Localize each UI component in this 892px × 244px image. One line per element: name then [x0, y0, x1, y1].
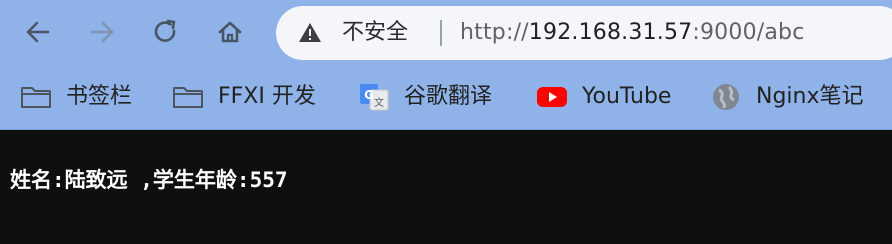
back-button[interactable] [20, 14, 56, 50]
url-text[interactable]: http://192.168.31.57:9000/abc [460, 18, 805, 48]
folder-icon [20, 84, 52, 110]
bookmark-label: 书签栏 [66, 84, 133, 109]
bookmark-label: 谷歌翻译 [404, 84, 493, 109]
arrow-left-icon [24, 18, 52, 46]
warning-triangle-icon[interactable] [298, 21, 322, 45]
svg-text:文: 文 [374, 96, 384, 109]
bookmark-google-translate[interactable]: G 文 谷歌翻译 [358, 78, 492, 116]
security-status-label[interactable]: 不安全 [342, 18, 408, 48]
bookmark-label: YouTube [582, 84, 672, 109]
google-translate-icon: G 文 [358, 84, 390, 111]
url-scheme: http:// [460, 20, 529, 45]
reload-icon [152, 18, 180, 46]
omnibox-divider [440, 20, 442, 46]
bookmark-nginx-notes[interactable]: Nginx笔记 [710, 78, 864, 116]
bookmark-label: Nginx笔记 [756, 84, 864, 109]
bookmark-label: FFXI 开发 [218, 84, 316, 109]
forward-button[interactable] [84, 14, 120, 50]
arrow-right-icon [88, 18, 116, 46]
browser-toolbar: 不安全 http://192.168.31.57:9000/abc [0, 0, 892, 66]
url-host: 192.168.31.57 [528, 20, 693, 45]
svg-text:G: G [364, 88, 374, 102]
browser-chrome: 不安全 http://192.168.31.57:9000/abc 书签栏 FF… [0, 0, 892, 130]
page-content: 姓名:陆致远 ,学生年龄:557 [0, 130, 892, 244]
bookmark-folder-ffxi[interactable]: FFXI 开发 [172, 78, 316, 116]
bookmark-youtube[interactable]: YouTube [536, 78, 671, 116]
address-bar[interactable]: 不安全 http://192.168.31.57:9000/abc [276, 6, 892, 60]
youtube-icon [536, 84, 568, 110]
home-button[interactable] [212, 14, 248, 50]
folder-icon [172, 84, 204, 110]
home-icon [216, 18, 244, 46]
bookmark-folder-bookmarks-bar[interactable]: 书签栏 [20, 78, 132, 116]
bookmarks-bar: 书签栏 FFXI 开发 G 文 谷歌翻译 YouTube Nginx笔记 [0, 72, 892, 122]
reload-button[interactable] [148, 14, 184, 50]
page-body-text: 姓名:陆致远 ,学生年龄:557 [10, 168, 288, 192]
globe-icon [710, 84, 742, 110]
url-path: :9000/abc [692, 20, 805, 45]
